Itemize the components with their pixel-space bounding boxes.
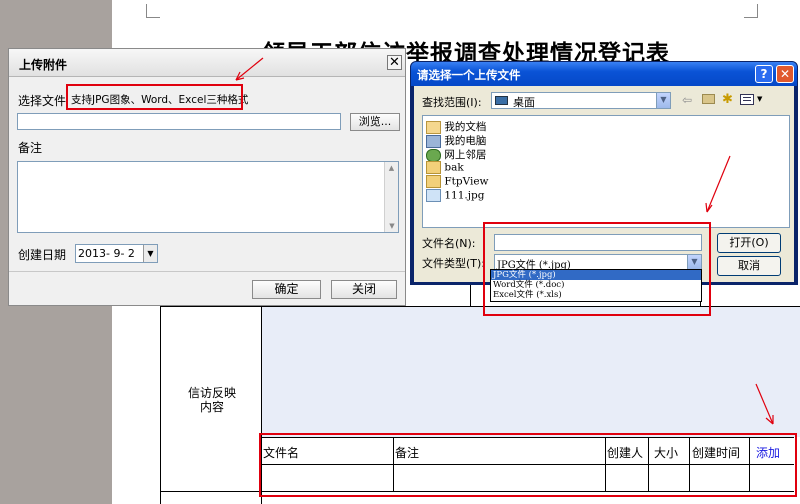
arrow-to-table [755,383,774,425]
annotation-arrows [235,57,774,425]
arrow-to-hint [235,57,264,81]
arrow-to-filetype [705,155,731,213]
